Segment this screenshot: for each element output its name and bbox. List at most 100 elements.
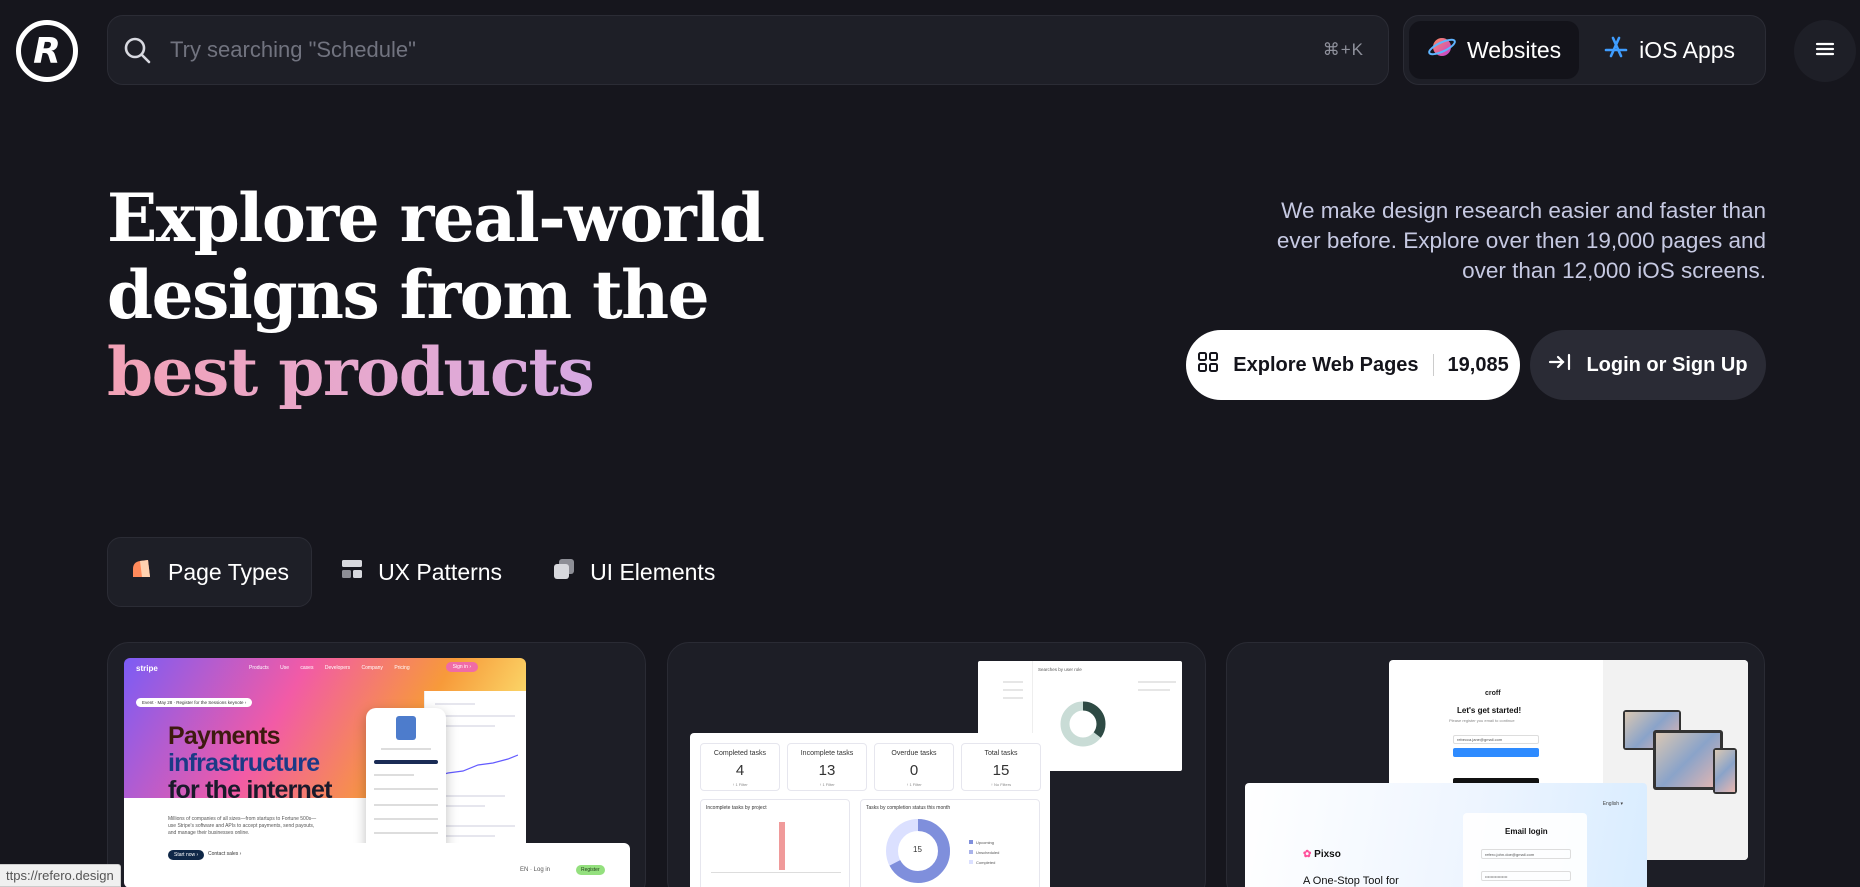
login-password-field: •••••••••••••••• (1481, 871, 1571, 881)
croff-logo: croff (1485, 690, 1501, 697)
page-types-icon (130, 557, 154, 587)
stripe-headline: Payments infrastructure for the internet (168, 723, 332, 804)
explore-count: 19,085 (1447, 353, 1509, 376)
hero-title-highlight: best products (107, 334, 763, 411)
tab-page-types[interactable]: Page Types (107, 537, 313, 607)
stat-value: 13 (818, 762, 836, 779)
register-pill: Register (576, 865, 605, 875)
stripe-start-button: Start now › (168, 850, 205, 860)
donut-chart-icon (1060, 701, 1106, 747)
stripe-subtext: Millions of companies of all sizes—from … (168, 816, 317, 836)
login-label: Login or Sign Up (1586, 353, 1748, 376)
dash-line (435, 825, 515, 827)
tab-page-types-label: Page Types (168, 558, 290, 585)
donut-value: 15 (913, 845, 922, 854)
hero-title-line-2: designs from the (107, 256, 710, 334)
bar-mark (779, 822, 785, 870)
planet-icon (1427, 32, 1457, 68)
login-email-field: refero.john.doe@gmail.com (1481, 849, 1571, 859)
side-line (1003, 689, 1023, 691)
page-card-dashboard[interactable]: Searches by user role Completed tasks 4 … (667, 642, 1206, 887)
pixso-mock: English ▾ ✿ Pixso A One-Stop Tool for Em… (1245, 783, 1647, 887)
stripe-headline-2: infrastructure (168, 749, 320, 777)
panel-completion-status: Tasks by completion status this month 15… (860, 799, 1040, 887)
menu-button[interactable] (1794, 20, 1856, 82)
legend-line (1138, 689, 1170, 691)
phone-screen (1715, 750, 1735, 792)
hero-title: Explore real-world designs from the best… (107, 180, 765, 411)
lang-link: EN · Log in (520, 867, 551, 873)
signup-email: rebecca.jane@gmail.com (1453, 735, 1539, 744)
phone-line (374, 774, 414, 776)
tab-ui-elements[interactable]: UI Elements (530, 537, 737, 607)
stat-overdue: Overdue tasks 0 ↑ 1 Filter (874, 743, 954, 791)
app-store-icon (1603, 34, 1629, 66)
platform-switcher: Websites iOS Apps (1403, 15, 1766, 85)
stat-completed: Completed tasks 4 ↑ 1 Filter (700, 743, 780, 791)
divider (1432, 354, 1434, 376)
explore-label: Explore Web Pages (1233, 353, 1419, 376)
dash-line (435, 703, 475, 705)
page-card-signup[interactable]: croff Let's get started! Please register… (1226, 642, 1765, 887)
search-bar[interactable]: ⌘+K (107, 15, 1389, 85)
language-select: English ▾ (1602, 801, 1623, 807)
phone-line (374, 832, 438, 834)
page-card-stripe[interactable]: stripe Products Use cases Developers Com… (107, 642, 646, 887)
stat-value: 0 (909, 762, 919, 779)
legend-line (1138, 681, 1176, 683)
stripe-browser-strip: EN · Log in Register (258, 843, 630, 887)
pay-button (374, 760, 438, 764)
phone-line (374, 788, 438, 790)
login-signup-button[interactable]: Login or Sign Up (1530, 330, 1766, 400)
stat-label: Overdue tasks (891, 750, 937, 757)
stripe-signin: Sign in › (445, 662, 478, 672)
signup-sub: Please register you email to continue (1449, 718, 1515, 723)
ux-patterns-icon (340, 557, 364, 587)
stat-foot: ↑ 1 Filter (906, 782, 922, 787)
tab-ux-patterns[interactable]: UX Patterns (318, 537, 524, 607)
panel-title: Incomplete tasks by project (706, 805, 767, 811)
category-tabs: Page Types UX Patterns UI Elements (107, 537, 737, 607)
phone-line (374, 818, 438, 820)
status-bar-url: ttps://refero.design (0, 864, 121, 887)
mode-ios-apps[interactable]: iOS Apps (1585, 21, 1753, 79)
refero-logo[interactable]: R (16, 20, 78, 82)
legend-item: Upcoming (969, 838, 999, 848)
stat-label: Total tasks (984, 750, 1018, 757)
search-input[interactable] (170, 37, 1323, 63)
pixso-logo: ✿ Pixso (1303, 849, 1341, 860)
hamburger-icon (1815, 41, 1835, 62)
stripe-event-pill: Event · May 28 · Register for the Sessio… (136, 698, 253, 707)
dash-line (435, 715, 515, 717)
search-icon (122, 35, 152, 65)
stat-foot: ↑ No Filters (990, 782, 1012, 787)
legend-label: Unscheduled (976, 850, 1000, 855)
mode-websites[interactable]: Websites (1409, 21, 1580, 79)
stat-incomplete: Incomplete tasks 13 ↑ 1 Filter (787, 743, 867, 791)
roles-title: Searches by user role (1038, 667, 1082, 672)
search-shortcut: ⌘+K (1322, 40, 1364, 59)
mode-ios-apps-label: iOS Apps (1639, 36, 1736, 63)
tasks-dashboard-mock: Completed tasks 4 ↑ 1 Filter Incomplete … (690, 733, 1050, 887)
stripe-contact-link: Contact sales › (208, 851, 242, 857)
product-image (396, 716, 416, 740)
signup-heading: Let's get started! (1457, 706, 1522, 715)
axis-line (711, 872, 841, 873)
monitor-screen (1656, 733, 1720, 787)
stripe-headline-3: for the internet (168, 776, 332, 804)
email-login-heading: Email login (1505, 827, 1548, 836)
tab-ui-elements-label: UI Elements (590, 558, 716, 585)
panel-incomplete-by-project: Incomplete tasks by project (700, 799, 850, 887)
login-arrow-icon (1548, 352, 1572, 378)
grid-icon (1197, 351, 1219, 379)
explore-web-pages-button[interactable]: Explore Web Pages 19,085 (1186, 330, 1520, 400)
stat-value: 15 (992, 762, 1010, 779)
stripe-nav-links: Products Use cases Developers Company Pr… (249, 665, 410, 671)
phone-line (381, 748, 431, 750)
pixso-icon: ✿ (1303, 849, 1312, 860)
legend-label: Completed (976, 860, 996, 865)
donut-legend: Upcoming Unscheduled Completed (969, 838, 999, 868)
signup-continue-button (1453, 748, 1539, 757)
stat-foot: ↑ 1 Filter (819, 782, 835, 787)
side-line (1003, 681, 1023, 683)
